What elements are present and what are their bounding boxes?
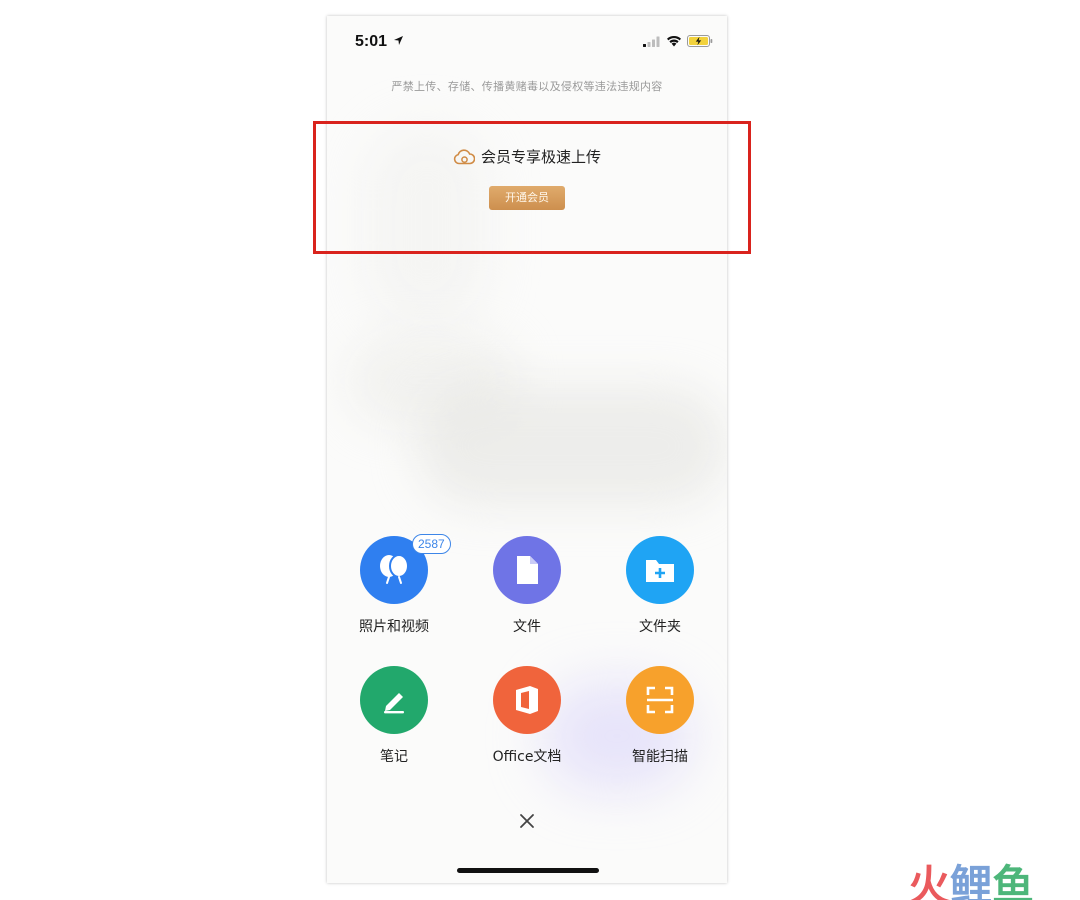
screenshot-stage: 5:01 严禁上传、存储、传播黄赌毒以及侵权等违法违规内容 会员专享极速上传 开…	[0, 0, 1080, 900]
option-folder-circle[interactable]	[626, 536, 694, 604]
pencil-icon	[384, 693, 404, 714]
folder-add-icon	[646, 560, 674, 582]
close-button[interactable]	[512, 806, 542, 836]
scan-icon	[646, 686, 674, 714]
option-folder-label: 文件夹	[639, 619, 681, 635]
signal-icon	[643, 36, 660, 47]
option-file-label: 文件	[513, 619, 541, 635]
highlight-annotation-box	[313, 121, 751, 254]
home-indicator[interactable]	[457, 868, 599, 873]
file-icon	[517, 556, 538, 584]
balloon-icon	[380, 554, 409, 584]
close-icon	[520, 814, 534, 828]
option-smart-scan[interactable]: 智能扫描	[600, 666, 720, 766]
watermark-char: 鱼	[992, 861, 1035, 900]
option-file-circle[interactable]	[493, 536, 561, 604]
option-office-circle[interactable]	[493, 666, 561, 734]
status-indicators	[643, 35, 713, 47]
option-photos-videos-label: 照片和视频	[359, 619, 429, 635]
watermark-char: 火	[908, 861, 951, 900]
status-time-text: 5:01	[355, 33, 388, 50]
photos-count-badge: 2587	[412, 534, 451, 554]
battery-icon	[687, 35, 713, 47]
wifi-icon	[667, 35, 681, 47]
option-notes-circle[interactable]	[360, 666, 428, 734]
option-office[interactable]: Office文档	[467, 666, 587, 766]
background-blur	[417, 386, 727, 506]
option-notes[interactable]: 笔记	[334, 666, 454, 766]
status-bar: 5:01	[327, 16, 727, 66]
location-arrow-icon	[394, 36, 404, 45]
office-icon	[516, 686, 538, 714]
option-photos-videos-circle[interactable]: 2587	[360, 534, 451, 604]
watermark-char: 鲤	[950, 861, 993, 900]
option-file[interactable]: 文件	[467, 536, 587, 636]
option-smart-scan-label: 智能扫描	[632, 749, 688, 765]
option-smart-scan-circle[interactable]	[626, 666, 694, 734]
option-office-label: Office文档	[492, 749, 562, 765]
option-photos-videos[interactable]: 2587 照片和视频	[334, 534, 454, 636]
content-policy-notice: 严禁上传、存储、传播黄赌毒以及侵权等违法违规内容	[391, 80, 663, 93]
option-folder[interactable]: 文件夹	[600, 536, 720, 636]
watermark-logo: 火 鲤 鱼	[908, 852, 1034, 900]
option-notes-label: 笔记	[380, 749, 408, 765]
status-time: 5:01	[355, 33, 404, 51]
